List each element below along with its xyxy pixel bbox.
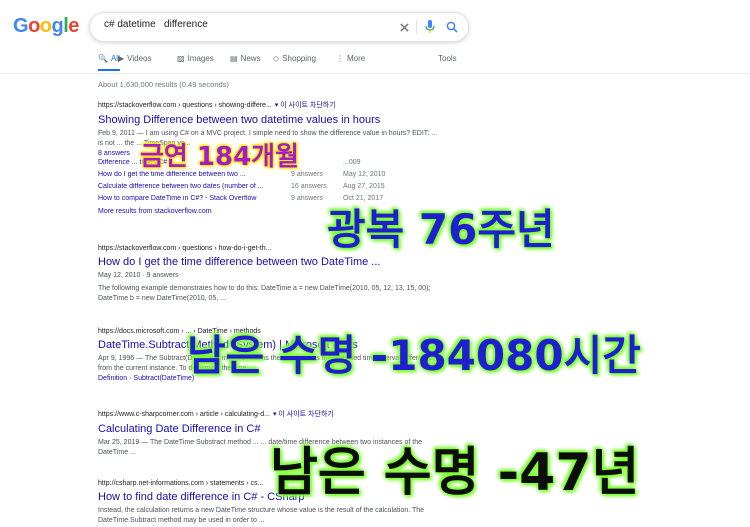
microphone-icon[interactable] [422, 19, 438, 35]
header-divider [0, 73, 750, 74]
search-input[interactable] [102, 18, 386, 31]
overlay-remaining-hours-text: 남은 수명 -184080시간 [187, 331, 641, 380]
more-icon: ⋮ [336, 54, 344, 63]
result-snippet: The following example demonstrates how t… [98, 285, 431, 302]
overlay-liberation-text: 광복 76주년 [327, 205, 555, 254]
search-icon[interactable] [444, 19, 460, 35]
sitelink-row[interactable]: Calculate difference between two dates (… [98, 183, 438, 195]
tab-news[interactable]: ▤ News [230, 54, 261, 74]
tab-images[interactable]: ▨ Images [177, 54, 214, 74]
clear-icon[interactable] [396, 19, 412, 35]
result-title[interactable]: Showing Difference between two datetime … [98, 114, 438, 126]
search-divider [416, 20, 417, 34]
overlay-quit-smoking-text: 금연 184개월 [140, 142, 300, 172]
video-icon: ▶ [118, 54, 125, 63]
result-stats: About 1,630,000 results (0.49 seconds) [98, 80, 229, 89]
tab-more[interactable]: ⋮ More [336, 54, 365, 74]
result-meta: May 12, 2010 · 9 answers [98, 272, 179, 279]
image-icon: ▨ [177, 54, 185, 63]
search-tabs: 🔍 All ▶ Videos ▨ Images ▤ News ◇ Shopping ⋮ Mo… [98, 54, 468, 74]
result-url[interactable]: https://www.c-sharpcorner.com › article … [98, 409, 438, 419]
search-box[interactable] [89, 12, 469, 42]
news-icon: ▤ [230, 54, 238, 63]
block-site-link[interactable]: ▾ 이 사이트 차단하기 [275, 102, 336, 109]
result-url[interactable]: https://stackoverflow.com › questions › … [98, 100, 438, 110]
google-logo[interactable]: Google [13, 15, 79, 38]
tag-icon: ◇ [273, 54, 280, 63]
tab-shopping[interactable]: ◇ Shopping [273, 54, 316, 74]
result-title[interactable]: How do I get the time difference between… [98, 256, 438, 268]
search-icon: 🔍 [98, 54, 108, 63]
tab-all[interactable]: 🔍 All [98, 54, 120, 71]
block-site-link[interactable]: ▾ 이 사이트 차단하기 [273, 411, 334, 418]
tab-videos[interactable]: ▶ Videos [118, 54, 151, 74]
overlay-remaining-years-text: 남은 수명 -47년 [270, 443, 640, 503]
result-snippet: Instead, the calculation returns a new D… [98, 507, 425, 524]
tools-button[interactable]: Tools [438, 54, 457, 74]
